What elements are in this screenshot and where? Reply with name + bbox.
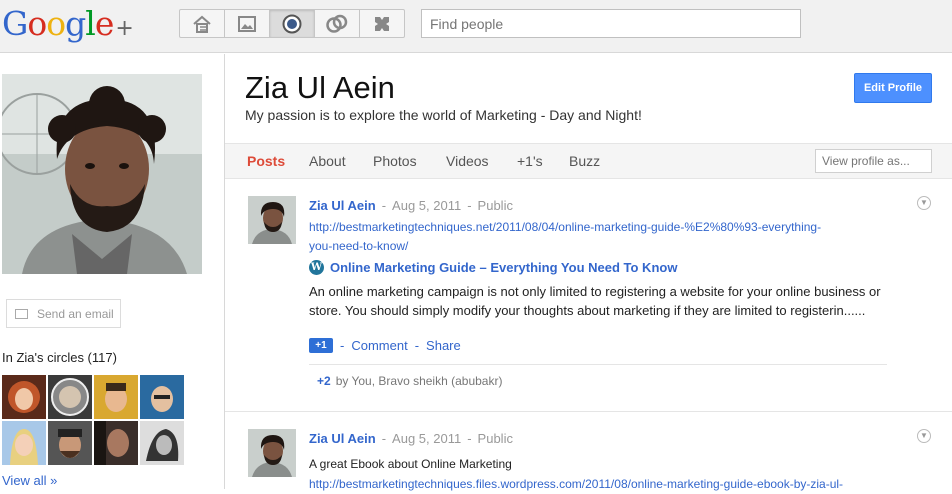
- plus-ones-count: +2: [317, 374, 331, 388]
- post-url-line1[interactable]: http://bestmarketingtechniques.files.wor…: [309, 475, 899, 494]
- share-link[interactable]: Share: [426, 338, 461, 353]
- shared-link-title[interactable]: W Online Marketing Guide – Everything Yo…: [309, 260, 677, 275]
- edit-profile-button[interactable]: Edit Profile: [854, 73, 932, 103]
- circle-member-avatar[interactable]: [94, 421, 138, 465]
- send-email-label: Send an email: [37, 306, 114, 321]
- post-header: Zia Ul Aein - Aug 5, 2011- Public: [309, 198, 513, 213]
- top-bar: Google +: [0, 0, 952, 53]
- circles-title: In Zia's circles (117): [2, 350, 117, 365]
- photos-icon: [238, 15, 256, 32]
- post-url-line2[interactable]: you-need-to-know/: [309, 237, 899, 256]
- post-header: Zia Ul Aein - Aug 5, 2011- Public: [309, 431, 513, 446]
- nav-circles-button[interactable]: [314, 9, 360, 38]
- tab-videos[interactable]: Videos: [446, 153, 489, 169]
- post-date-link[interactable]: Aug 5, 2011: [392, 431, 461, 446]
- nav-profile-button[interactable]: [269, 9, 315, 38]
- find-people-search-input[interactable]: [421, 9, 801, 38]
- post: Zia Ul Aein - Aug 5, 2011- Public ▼ A great…: [225, 413, 952, 491]
- circle-member-avatar[interactable]: [94, 375, 138, 419]
- wordpress-icon: W: [309, 260, 324, 275]
- shared-link-title-text: Online Marketing Guide – Everything You …: [330, 260, 678, 275]
- home-icon: [193, 15, 211, 33]
- post-menu-chevron-icon[interactable]: ▼: [917, 196, 931, 210]
- circle-member-avatar[interactable]: [140, 421, 184, 465]
- circle-member-avatar[interactable]: [2, 421, 46, 465]
- circles-avatar-grid: [2, 375, 184, 465]
- post-actions: +1 - Comment - Share: [309, 338, 461, 353]
- mail-icon: [15, 308, 28, 319]
- post-date-link[interactable]: Aug 5, 2011: [392, 198, 461, 213]
- comment-link[interactable]: Comment: [351, 338, 407, 353]
- tab-plusones[interactable]: +1's: [517, 153, 543, 169]
- profile-photo[interactable]: [2, 74, 202, 274]
- tab-posts[interactable]: Posts: [247, 153, 285, 169]
- post-author-avatar[interactable]: [248, 429, 296, 477]
- circle-member-avatar[interactable]: [140, 375, 184, 419]
- plus-ones-by: by You, Bravo sheikh (abubakr): [335, 374, 503, 388]
- post-text: A great Ebook about Online Marketing: [309, 457, 512, 471]
- nav-home-button[interactable]: [179, 9, 225, 38]
- plus-one-button[interactable]: +1: [309, 338, 333, 353]
- post-url-line1[interactable]: http://bestmarketingtechniques.net/2011/…: [309, 218, 899, 237]
- shared-link-description: An online marketing campaign is not only…: [309, 284, 881, 318]
- plus-ones-summary[interactable]: +2 by You, Bravo sheikh (abubakr): [309, 364, 887, 398]
- post-author-link[interactable]: Zia Ul Aein: [309, 431, 376, 446]
- post-visibility: Public: [477, 431, 513, 446]
- circle-member-avatar[interactable]: [48, 375, 92, 419]
- left-sidebar: Send an email In Zia's circles (117) Vie…: [0, 54, 224, 489]
- tab-buzz[interactable]: Buzz: [569, 153, 600, 169]
- profile-name: Zia Ul Aein: [245, 70, 395, 105]
- circle-member-avatar[interactable]: [2, 375, 46, 419]
- tab-about[interactable]: About: [309, 153, 346, 169]
- send-email-button[interactable]: Send an email: [6, 299, 121, 328]
- view-profile-as-input[interactable]: [815, 149, 932, 173]
- post-author-avatar[interactable]: [248, 196, 296, 244]
- circles-icon: [326, 14, 348, 33]
- profile-tabs: Posts About Photos Videos +1's Buzz: [225, 143, 952, 179]
- tab-photos[interactable]: Photos: [373, 153, 417, 169]
- google-plus-logo[interactable]: Google +: [2, 4, 134, 44]
- action-separator: -: [414, 338, 420, 353]
- action-separator: -: [340, 338, 345, 353]
- post-menu-chevron-icon[interactable]: ▼: [917, 429, 931, 443]
- nav-games-button[interactable]: [359, 9, 405, 38]
- post: Zia Ul Aein - Aug 5, 2011- Public ▼ http://…: [225, 180, 952, 412]
- view-all-circles-link[interactable]: View all »: [2, 473, 57, 488]
- post-author-link[interactable]: Zia Ul Aein: [309, 198, 376, 213]
- profile-icon: [282, 14, 302, 33]
- logo-plus: +: [115, 16, 134, 41]
- circle-member-avatar[interactable]: [48, 421, 92, 465]
- main-nav: [179, 9, 405, 38]
- logo-wordmark: Google: [2, 4, 114, 43]
- games-icon: [375, 16, 389, 31]
- profile-photo-image: [2, 74, 202, 274]
- profile-tagline: My passion is to explore the world of Ma…: [245, 107, 642, 123]
- post-visibility: Public: [477, 198, 513, 213]
- nav-photos-button[interactable]: [224, 9, 270, 38]
- profile-main: Zia Ul Aein My passion is to explore the…: [224, 54, 952, 491]
